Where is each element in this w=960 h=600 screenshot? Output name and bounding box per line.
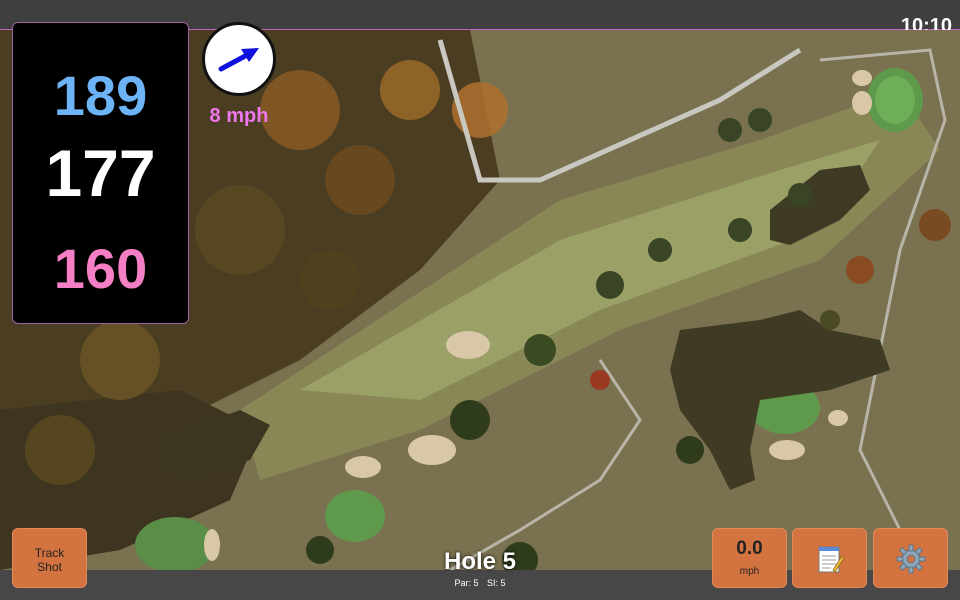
speed-button[interactable]: 0.0 mph (712, 528, 787, 588)
wind-indicator (202, 22, 276, 96)
track-shot-label-2: Shot (37, 560, 62, 574)
notes-button[interactable] (792, 528, 867, 588)
wind-speed-label: 8 mph (209, 105, 269, 127)
back-distance: 189 (53, 64, 148, 127)
hole-title: Hole 5 (443, 548, 517, 575)
hole-par: Par: 5 (454, 578, 479, 588)
speed-value: 0.0 (736, 538, 763, 559)
front-distance: 160 (53, 237, 148, 300)
gear-icon (896, 544, 926, 574)
hole-stroke-index: SI: 5 (487, 578, 506, 588)
notepad-icon (818, 546, 845, 573)
track-shot-button[interactable]: Track Shot (12, 528, 87, 588)
settings-button[interactable] (873, 528, 948, 588)
middle-distance: 177 (45, 136, 156, 210)
hole-info: Par: 5 SI: 5 (380, 578, 580, 588)
speed-unit: mph (739, 566, 760, 577)
distance-panel: 189 177 160 (12, 22, 189, 324)
track-shot-label-1: Track (34, 546, 65, 560)
wind-arrow-icon (218, 48, 259, 72)
